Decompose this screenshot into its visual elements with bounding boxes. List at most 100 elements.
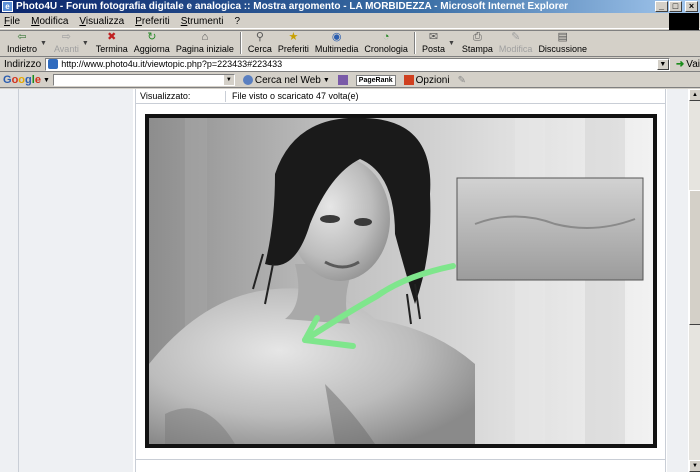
- viewed-label: Visualizzato:: [136, 91, 226, 102]
- highlight-button[interactable]: ✎: [458, 75, 466, 86]
- mail-icon: ✉: [428, 31, 439, 43]
- author-column: [18, 89, 133, 472]
- google-toolbar: Google ▼ ▼ Cerca nel Web ▼ PageRank Opzi…: [0, 73, 700, 88]
- refresh-icon: ↻: [147, 31, 157, 43]
- back-label: Indietro: [7, 44, 38, 54]
- address-bar: Indirizzo http://www.photo4u.it/viewtopi…: [0, 57, 700, 72]
- options-label: Opzioni: [415, 74, 450, 86]
- search-web-icon: [242, 75, 253, 85]
- browser-window: e Photo4U - Forum fotografia digitale e …: [0, 0, 700, 472]
- edit-label: Modifica: [498, 44, 533, 54]
- attachment-info-row: Visualizzato: File visto o scaricato 47 …: [136, 91, 665, 102]
- go-arrow-icon: ➜: [675, 58, 685, 70]
- menu-bar: File Modifica Visualizza Preferiti Strum…: [0, 14, 700, 29]
- search-label: Cerca: [247, 44, 272, 54]
- forward-button[interactable]: ⇨ Avanti: [51, 30, 82, 56]
- mail-label: Posta: [421, 44, 445, 54]
- search-button[interactable]: ⚲ Cerca: [245, 30, 275, 56]
- menu-help[interactable]: ?: [235, 16, 241, 27]
- row-divider: [136, 459, 665, 460]
- menu-strumenti[interactable]: Strumenti: [181, 16, 224, 27]
- site-search-button[interactable]: [337, 75, 348, 85]
- google-menu-dropdown-icon[interactable]: ▼: [43, 77, 50, 84]
- forward-arrow-icon: ⇨: [61, 31, 71, 43]
- media-button[interactable]: ◉ Multimedia: [312, 30, 362, 56]
- search-icon: ⚲: [255, 31, 264, 43]
- mail-dropdown-icon[interactable]: ▼: [448, 40, 455, 47]
- address-label: Indirizzo: [4, 58, 42, 70]
- maximize-button[interactable]: □: [669, 1, 682, 12]
- pagerank-indicator[interactable]: PageRank: [355, 74, 396, 86]
- toolbar-separator: [239, 32, 242, 54]
- discuss-label: Discussione: [538, 44, 587, 54]
- page-icon: [48, 59, 59, 69]
- scroll-up-icon[interactable]: ▲: [689, 89, 700, 101]
- scrollbar-thumb[interactable]: [689, 190, 700, 325]
- media-icon: ◉: [331, 31, 342, 43]
- favorites-star-icon: ★: [288, 31, 299, 43]
- go-button[interactable]: ➜ Vai: [676, 59, 700, 70]
- vertical-scrollbar[interactable]: ▲ ▼: [688, 89, 700, 472]
- stop-button[interactable]: ✖ Termina: [93, 30, 131, 56]
- search-web-button[interactable]: Cerca nel Web ▼: [242, 74, 330, 86]
- history-label: Cronologia: [364, 44, 408, 54]
- google-logo[interactable]: Google: [3, 74, 41, 86]
- minimize-button[interactable]: _: [655, 1, 668, 12]
- search-web-dropdown-icon[interactable]: ▼: [323, 77, 330, 84]
- print-button[interactable]: ⎙ Stampa: [459, 30, 496, 56]
- discuss-button[interactable]: ▤ Discussione: [535, 30, 590, 56]
- refresh-button[interactable]: ↻ Aggiorna: [131, 30, 173, 56]
- history-button[interactable]: ◔ Cronologia: [361, 30, 411, 56]
- menu-preferiti[interactable]: Preferiti: [135, 16, 169, 27]
- stop-icon: ✖: [107, 31, 117, 43]
- pagerank-label: PageRank: [355, 74, 396, 86]
- forward-label: Avanti: [53, 44, 79, 54]
- google-search-dropdown-icon[interactable]: ▼: [223, 75, 234, 85]
- history-icon: ◔: [382, 31, 390, 43]
- attached-photo[interactable]: [145, 114, 657, 448]
- favorites-button[interactable]: ★ Preferiti: [275, 30, 312, 56]
- search-web-label: Cerca nel Web: [254, 74, 321, 86]
- scroll-down-icon[interactable]: ▼: [689, 460, 700, 472]
- forward-dropdown-icon[interactable]: ▼: [82, 40, 89, 47]
- print-icon: ⎙: [473, 31, 482, 43]
- menu-file[interactable]: File: [4, 16, 20, 27]
- title-bar: e Photo4U - Forum fotografia digitale e …: [0, 0, 700, 13]
- menu-visualizza[interactable]: Visualizza: [79, 16, 124, 27]
- home-label: Pagina iniziale: [175, 44, 234, 54]
- ie-app-icon: e: [2, 1, 13, 12]
- menu-modifica[interactable]: Modifica: [31, 16, 68, 27]
- site-search-icon: [337, 75, 348, 85]
- row-divider: [136, 103, 665, 104]
- refresh-label: Aggiorna: [133, 44, 170, 54]
- home-icon: ⌂: [201, 31, 209, 43]
- options-button[interactable]: Opzioni: [403, 74, 450, 86]
- options-icon: [403, 75, 414, 85]
- address-input[interactable]: http://www.photo4u.it/viewtopic.php?p=22…: [45, 57, 670, 71]
- edit-icon: ✎: [511, 31, 521, 43]
- back-dropdown-icon[interactable]: ▼: [40, 40, 47, 47]
- window-title: Photo4U - Forum fotografia digitale e an…: [16, 1, 569, 12]
- toolbar-separator: [413, 32, 416, 54]
- edit-button[interactable]: ✎ Modifica: [496, 30, 536, 56]
- window-controls: _ □ ×: [655, 1, 698, 12]
- print-label: Stampa: [461, 44, 493, 54]
- close-button[interactable]: ×: [685, 1, 698, 12]
- page-margin: [667, 89, 688, 472]
- mail-button[interactable]: ✉ Posta: [419, 30, 448, 56]
- windows-logo-throbber: [669, 13, 699, 30]
- address-url: http://www.photo4u.it/viewtopic.php?p=22…: [61, 59, 283, 69]
- stop-label: Termina: [95, 44, 128, 54]
- google-search-input[interactable]: ▼: [52, 74, 235, 86]
- standard-toolbar: ⇦ Indietro ▼ ⇨ Avanti ▼ ✖ Termina ↻ Aggi…: [0, 30, 700, 57]
- address-dropdown-icon[interactable]: ▼: [656, 58, 669, 70]
- viewed-value: File visto o scaricato 47 volta(e): [232, 91, 359, 101]
- back-button[interactable]: ⇦ Indietro: [4, 30, 40, 56]
- pencil-icon: ✎: [457, 74, 466, 86]
- home-button[interactable]: ⌂ Pagina iniziale: [173, 30, 237, 56]
- favorites-label: Preferiti: [277, 44, 309, 54]
- page-margin: [0, 89, 18, 472]
- back-arrow-icon: ⇦: [17, 31, 27, 43]
- go-label: Vai: [686, 58, 700, 70]
- photo-image: [149, 117, 653, 444]
